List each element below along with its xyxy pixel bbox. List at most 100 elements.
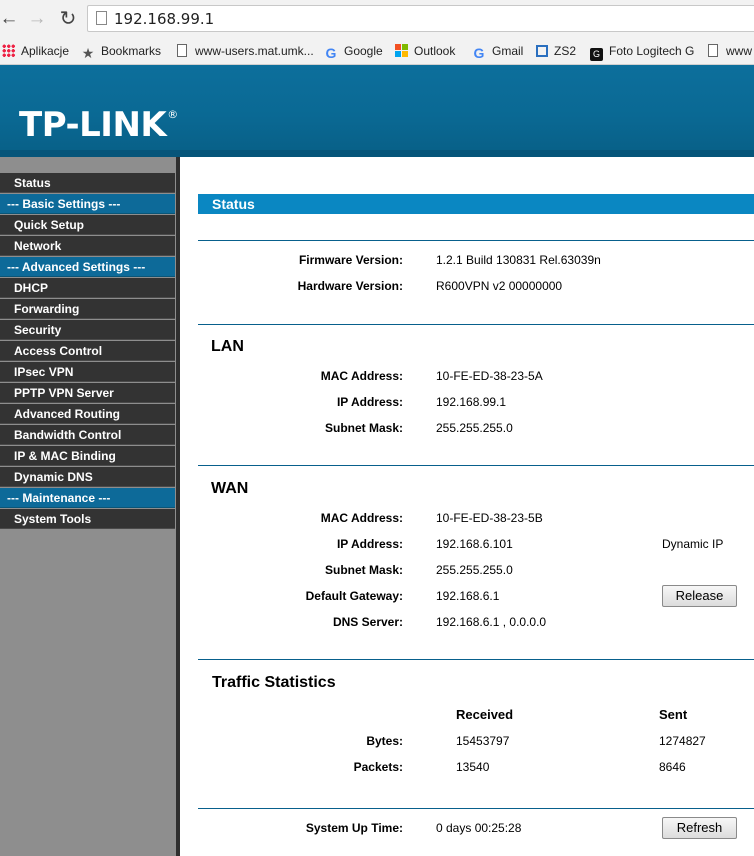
- google-icon: G: [325, 45, 337, 61]
- url-text[interactable]: 192.168.99.1: [114, 10, 214, 28]
- received-header: Received: [456, 707, 514, 722]
- logitech-icon: G: [590, 48, 603, 61]
- logo-text: TP-LINK: [19, 105, 167, 145]
- forward-arrow-icon[interactable]: →: [26, 8, 48, 30]
- bookmark-foto-logitech[interactable]: G Foto Logitech G: [590, 41, 694, 61]
- wan-gateway-value: 192.168.6.1: [436, 589, 500, 603]
- wan-ip-value: 192.168.6.101: [436, 537, 513, 551]
- sent-header: Sent: [659, 707, 688, 722]
- sidebar: Status --- Basic Settings --- Quick Setup N…: [0, 157, 180, 856]
- wan-dns-label: DNS Server:: [332, 615, 403, 629]
- wan-gateway-label: Default Gateway:: [305, 589, 403, 603]
- address-bar[interactable]: 192.168.99.1: [87, 5, 754, 32]
- divider: [198, 324, 754, 325]
- sidebar-section-maintenance: --- Maintenance ---: [0, 488, 175, 508]
- star-icon: ★: [81, 45, 95, 61]
- bookmark-www-users[interactable]: www-users.mat.umk...: [177, 41, 314, 61]
- bookmark-label: Outlook: [414, 44, 456, 58]
- wan-dns-value: 192.168.6.1 , 0.0.0.0: [436, 615, 547, 629]
- tp-link-logo: TP-LINK®: [19, 95, 178, 145]
- lan-mask-label: Subnet Mask:: [324, 421, 403, 435]
- sidebar-item-bandwidth-control[interactable]: Bandwidth Control: [0, 425, 175, 445]
- bookmark-apps[interactable]: Aplikacje: [2, 41, 69, 61]
- bookmark-label: Aplikacje: [21, 44, 70, 58]
- sidebar-menu: Status --- Basic Settings --- Quick Setup N…: [0, 173, 175, 530]
- firmware-version-label: Firmware Version:: [298, 253, 403, 267]
- sidebar-item-advanced-routing[interactable]: Advanced Routing: [0, 404, 175, 424]
- sidebar-item-pptp-vpn-server[interactable]: PPTP VPN Server: [0, 383, 175, 403]
- packets-sent-value: 8646: [659, 760, 686, 774]
- wan-ip-label: IP Address:: [336, 537, 403, 551]
- bookmark-label: Foto Logitech G: [609, 44, 695, 58]
- header-divider: [0, 150, 754, 157]
- bookmark-gmail[interactable]: G Gmail: [472, 41, 524, 61]
- bookmark-label: ZS2: [554, 44, 577, 58]
- lan-ip-label: IP Address:: [336, 395, 403, 409]
- hardware-version-value: R600VPN v2 00000000: [436, 279, 563, 293]
- packets-received-value: 13540: [456, 760, 490, 774]
- page-icon: [96, 11, 107, 25]
- firmware-version-value: 1.2.1 Build 130831 Rel.63039n: [436, 253, 601, 267]
- lan-mac-value: 10-FE-ED-38-23-5A: [436, 369, 543, 383]
- lan-title: LAN: [211, 338, 244, 355]
- sidebar-item-dynamic-dns[interactable]: Dynamic DNS: [0, 467, 175, 487]
- back-arrow-icon[interactable]: ←: [0, 8, 20, 30]
- bookmark-google[interactable]: G Google: [324, 41, 383, 61]
- browser-toolbar: ← → ↻ 192.168.99.1: [0, 0, 754, 38]
- bytes-sent-value: 1274827: [659, 734, 706, 748]
- bookmark-label: www-users.mat.umk...: [195, 44, 314, 58]
- divider: [198, 240, 754, 241]
- bookmark-zs2[interactable]: ZS2: [536, 41, 576, 61]
- wan-mac-label: MAC Address:: [320, 511, 403, 525]
- sidebar-item-quick-setup[interactable]: Quick Setup: [0, 215, 175, 235]
- sidebar-item-ipsec-vpn[interactable]: IPsec VPN: [0, 362, 175, 382]
- bookmark-www[interactable]: www: [708, 41, 752, 61]
- refresh-button[interactable]: Refresh: [662, 817, 737, 839]
- page-icon: [708, 44, 718, 57]
- sidebar-item-security[interactable]: Security: [0, 320, 175, 340]
- lan-mask-value: 255.255.255.0: [436, 421, 513, 435]
- lan-mac-label: MAC Address:: [320, 369, 403, 383]
- bookmark-label: www: [726, 44, 752, 58]
- apps-grid-icon: [2, 44, 15, 57]
- packets-label: Packets:: [353, 760, 403, 774]
- sidebar-item-forwarding[interactable]: Forwarding: [0, 299, 175, 319]
- bytes-received-value: 15453797: [456, 734, 510, 748]
- divider: [198, 808, 754, 809]
- router-header: TP-LINK®: [0, 65, 754, 157]
- microsoft-icon: [395, 44, 408, 57]
- sidebar-item-status[interactable]: Status: [0, 173, 175, 193]
- page-icon: [177, 44, 187, 57]
- traffic-statistics-title: Traffic Statistics: [212, 674, 336, 691]
- wan-mask-label: Subnet Mask:: [324, 563, 403, 577]
- wan-mac-value: 10-FE-ED-38-23-5B: [436, 511, 543, 525]
- sidebar-item-ip-mac-binding[interactable]: IP & MAC Binding: [0, 446, 175, 466]
- divider: [198, 465, 754, 466]
- sidebar-item-system-tools[interactable]: System Tools: [0, 509, 175, 529]
- calendar-icon: [536, 45, 548, 57]
- wan-mask-value: 255.255.255.0: [436, 563, 513, 577]
- bookmarks-bar: Aplikacje ★ Bookmarks www-users.mat.umk..…: [0, 38, 754, 65]
- sidebar-section-advanced-settings: --- Advanced Settings ---: [0, 257, 175, 277]
- bookmark-outlook[interactable]: Outlook: [395, 41, 455, 61]
- uptime-value: 0 days 00:25:28: [436, 821, 522, 835]
- divider: [198, 659, 754, 660]
- uptime-label: System Up Time:: [305, 821, 403, 835]
- sidebar-item-network[interactable]: Network: [0, 236, 175, 256]
- reload-icon[interactable]: ↻: [57, 8, 79, 30]
- release-button[interactable]: Release: [662, 585, 737, 607]
- sidebar-item-access-control[interactable]: Access Control: [0, 341, 175, 361]
- main-content: Status Firmware Version: 1.2.1 Build 130…: [180, 157, 754, 856]
- bookmark-label: Gmail: [492, 44, 524, 58]
- google-icon: G: [473, 45, 485, 61]
- wan-title: WAN: [211, 480, 249, 497]
- bookmark-label: Google: [344, 44, 383, 58]
- bookmark-bookmarks[interactable]: ★ Bookmarks: [81, 41, 161, 61]
- wan-connection-type: Dynamic IP: [662, 537, 724, 551]
- sidebar-section-basic-settings: --- Basic Settings ---: [0, 194, 175, 214]
- lan-ip-value: 192.168.99.1: [436, 395, 507, 409]
- registered-mark: ®: [167, 108, 178, 121]
- bytes-label: Bytes:: [366, 734, 403, 748]
- sidebar-item-dhcp[interactable]: DHCP: [0, 278, 175, 298]
- page-title: Status: [198, 194, 754, 214]
